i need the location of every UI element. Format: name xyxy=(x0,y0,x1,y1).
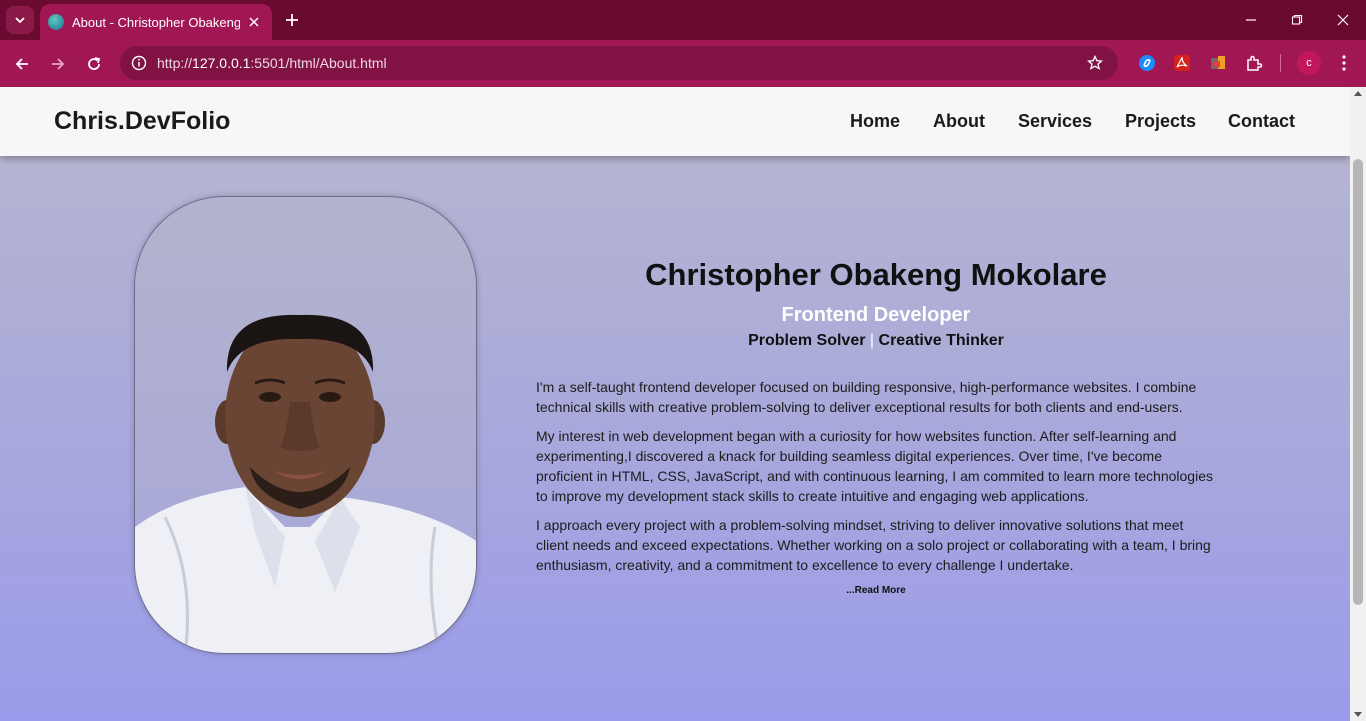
bio-text: I'm a self-taught frontend developer foc… xyxy=(536,378,1216,575)
extension-app-icon xyxy=(1211,56,1225,69)
developer-tagline: Problem Solver | Creative Thinker xyxy=(536,332,1216,350)
tagline-problem-solver: Problem Solver xyxy=(748,332,866,349)
bio-paragraph: My interest in web development began wit… xyxy=(536,428,1213,504)
globe-icon xyxy=(48,14,64,30)
bio-paragraph: I approach every project with a problem-… xyxy=(536,517,1211,573)
shazam-icon xyxy=(1139,55,1155,71)
scrollbar-thumb[interactable] xyxy=(1353,159,1363,605)
nav-home[interactable]: Home xyxy=(850,111,900,132)
tab-close-button[interactable] xyxy=(244,12,264,32)
site-info-icon xyxy=(131,55,147,71)
reload-button[interactable] xyxy=(80,50,108,78)
toolbar-divider xyxy=(1280,54,1281,72)
nav-services[interactable]: Services xyxy=(1018,111,1092,132)
back-icon xyxy=(15,58,28,70)
plus-icon xyxy=(286,14,298,26)
extension-shazam-button[interactable] xyxy=(1136,52,1158,74)
read-more-link[interactable]: ...Read More xyxy=(536,585,1216,596)
back-button[interactable] xyxy=(8,50,36,78)
url-text[interactable]: http://127.0.0.1:5501/html/About.html xyxy=(157,55,387,71)
portrait-image xyxy=(135,314,476,653)
nav-contact[interactable]: Contact xyxy=(1228,111,1295,132)
close-icon xyxy=(249,17,259,27)
tagline-creative-thinker: Creative Thinker xyxy=(878,332,1004,349)
bookmark-button[interactable] xyxy=(1084,52,1106,74)
scroll-up-arrow-icon[interactable] xyxy=(1354,91,1362,96)
extensions-icon xyxy=(1247,55,1263,71)
restore-icon xyxy=(1291,14,1303,25)
chevron-down-icon xyxy=(15,17,25,24)
forward-button[interactable] xyxy=(44,50,72,78)
page-scrollbar[interactable] xyxy=(1350,87,1366,721)
forward-icon xyxy=(52,58,65,70)
acrobat-icon xyxy=(1174,55,1190,71)
nav-projects[interactable]: Projects xyxy=(1125,111,1196,132)
reload-icon xyxy=(88,57,101,70)
profile-photo xyxy=(134,196,477,654)
site-logo[interactable]: Chris.DevFolio xyxy=(54,107,230,136)
tagline-separator: | xyxy=(869,332,875,349)
developer-role: Frontend Developer xyxy=(781,304,971,326)
about-section: Christopher Obakeng Mokolare Frontend De… xyxy=(536,257,1216,596)
extensions-button[interactable] xyxy=(1243,52,1265,74)
site-info-button[interactable] xyxy=(126,50,152,76)
close-icon xyxy=(1337,14,1349,26)
browser-toolbar: http://127.0.0.1:5501/html/About.html c xyxy=(0,40,1366,87)
minimize-button[interactable] xyxy=(1228,4,1274,36)
url-host: 127.0.0.1 xyxy=(192,55,251,71)
url-prefix: http:// xyxy=(157,55,193,71)
site-navbar: Chris.DevFolio Home About Services Proje… xyxy=(0,87,1350,156)
tab-search-button[interactable] xyxy=(6,6,34,34)
page-viewport: Chris.DevFolio Home About Services Proje… xyxy=(0,87,1350,721)
url-path: :5501/html/About.html xyxy=(250,55,387,71)
restore-button[interactable] xyxy=(1274,4,1320,36)
new-tab-button[interactable] xyxy=(280,8,304,32)
developer-name: Christopher Obakeng Mokolare xyxy=(645,257,1107,292)
extension-app-button[interactable] xyxy=(1207,52,1229,74)
profile-avatar[interactable]: c xyxy=(1297,51,1321,75)
close-window-button[interactable] xyxy=(1320,4,1366,36)
browser-menu-button[interactable] xyxy=(1333,52,1355,74)
minimize-icon xyxy=(1246,19,1256,21)
address-bar[interactable]: http://127.0.0.1:5501/html/About.html xyxy=(120,46,1118,80)
browser-tab-bar: About - Christopher Obakeng Mokolare xyxy=(0,0,1366,40)
scroll-down-arrow-icon[interactable] xyxy=(1354,712,1362,717)
tab-title: About - Christopher Obakeng Mokolare xyxy=(72,14,240,30)
active-tab[interactable]: About - Christopher Obakeng Mokolare xyxy=(40,4,272,40)
kebab-menu-icon xyxy=(1342,55,1346,71)
nav-about[interactable]: About xyxy=(933,111,985,132)
bio-paragraph: I'm a self-taught frontend developer foc… xyxy=(536,379,1197,415)
star-icon xyxy=(1087,55,1103,70)
extension-acrobat-button[interactable] xyxy=(1171,52,1193,74)
